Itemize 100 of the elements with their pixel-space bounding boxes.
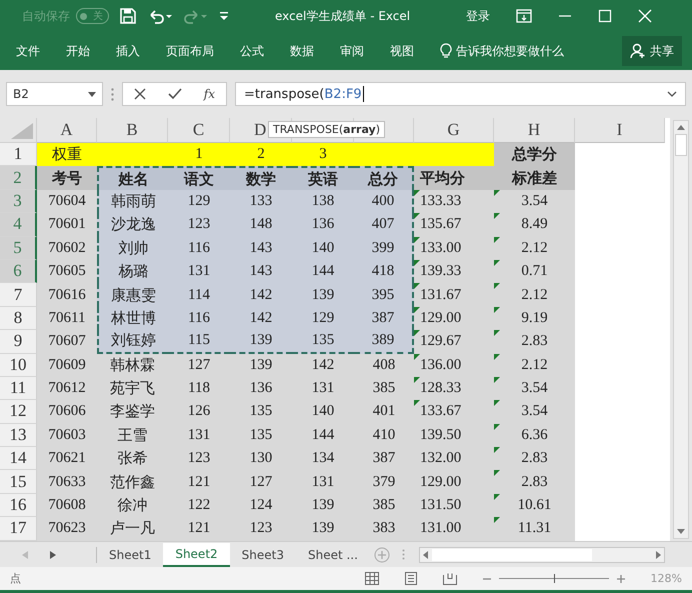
table-cell: 2: [230, 143, 292, 166]
sheet-tab[interactable]: Sheet3: [230, 542, 296, 566]
table-cell: 136: [230, 376, 292, 400]
caret-icon: [88, 92, 96, 96]
scroll-left-icon[interactable]: [422, 550, 428, 558]
table-cell: 70616: [37, 283, 97, 307]
autosave-label: 自动保存: [22, 8, 70, 24]
tell-me-search[interactable]: 告诉我你想要做什么: [456, 42, 564, 60]
table-cell: 118: [168, 376, 230, 400]
table-cell: 2.12: [494, 283, 575, 307]
maximize-icon[interactable]: [598, 9, 612, 23]
column-header[interactable]: I: [616, 120, 622, 140]
table-cell: 408: [354, 354, 414, 377]
column-header[interactable]: A: [60, 120, 73, 140]
table-cell: 139: [230, 330, 292, 354]
table-cell: 6.36: [494, 424, 575, 448]
horizontal-scrollbar[interactable]: [418, 546, 665, 562]
table-cell: 134: [292, 447, 354, 470]
scroll-thumb[interactable]: [675, 134, 688, 156]
formula-field[interactable]: =transpose(B2:F9: [235, 82, 686, 106]
table-cell: 131: [168, 424, 230, 448]
cancel-icon[interactable]: [134, 88, 146, 100]
table-cell: 395: [354, 283, 414, 307]
sheet-tab[interactable]: Sheet ...: [296, 542, 370, 566]
scroll-down-icon[interactable]: [677, 529, 686, 534]
column-header[interactable]: H: [528, 120, 540, 140]
expand-icon[interactable]: [667, 91, 677, 97]
table-cell: 144: [292, 260, 354, 284]
table-cell: 70611: [37, 306, 97, 330]
table-cell: 韩雨萌: [97, 190, 168, 214]
row-header[interactable]: 7: [0, 283, 37, 307]
grid-view-icon[interactable]: [364, 572, 379, 585]
next-sheet-icon[interactable]: [50, 550, 56, 558]
table-cell: 379: [354, 470, 414, 494]
row-header[interactable]: 14: [0, 447, 37, 470]
status-mode: 点: [10, 571, 21, 586]
close-icon[interactable]: [638, 9, 652, 23]
vertical-scrollbar[interactable]: [673, 120, 689, 539]
table-cell: 123: [230, 517, 292, 541]
ribbon-tab[interactable]: 开始: [66, 42, 90, 60]
row-header[interactable]: 17: [0, 517, 37, 541]
table-cell: 131: [168, 260, 230, 284]
zoom-in-icon[interactable]: [616, 574, 625, 582]
ribbon-tab[interactable]: 数据: [290, 42, 314, 60]
column-header[interactable]: B: [126, 120, 138, 140]
row-header[interactable]: 11: [0, 376, 37, 400]
row-header[interactable]: 13: [0, 424, 37, 448]
table-cell: 范作鑫: [97, 470, 168, 494]
check-icon[interactable]: [168, 88, 182, 100]
insert-function-button[interactable]: fx: [204, 87, 216, 101]
sign-in-link[interactable]: 登录: [466, 8, 490, 24]
table-cell: 383: [354, 517, 414, 541]
sheet-tab[interactable]: Sheet1: [97, 542, 164, 566]
table-cell: 129.00: [414, 470, 494, 494]
column-header[interactable]: D: [254, 120, 266, 140]
table-cell: 70609: [37, 354, 97, 377]
ribbon-tab[interactable]: 审阅: [340, 42, 364, 60]
column-header[interactable]: G: [447, 120, 460, 140]
table-cell: 121: [168, 470, 230, 494]
table-cell: 407: [354, 213, 414, 237]
name-box[interactable]: B2: [6, 82, 103, 106]
table-cell: 王雪: [97, 424, 168, 448]
customize-icon[interactable]: [219, 10, 229, 22]
share-button[interactable]: 共享: [622, 36, 682, 66]
table-cell: 139.33: [414, 260, 494, 284]
table-cell: 135: [230, 424, 292, 448]
ribbon-display-icon[interactable]: [516, 9, 532, 23]
ribbon-tab[interactable]: 文件: [16, 42, 40, 60]
table-cell: 132.00: [414, 447, 494, 470]
table-cell: 70603: [37, 424, 97, 448]
table-cell: 138: [292, 190, 354, 214]
save-icon[interactable]: [119, 7, 137, 25]
table-cell: 苑宇飞: [97, 376, 168, 400]
table-cell: 杨璐: [97, 260, 168, 284]
row-header[interactable]: 16: [0, 494, 37, 518]
ribbon-tab[interactable]: 页面布局: [166, 42, 214, 60]
ribbon-tab[interactable]: 插入: [116, 42, 140, 60]
ribbon-tab[interactable]: 公式: [240, 42, 264, 60]
table-cell: 144: [292, 424, 354, 448]
table-cell: 2.83: [494, 447, 575, 470]
table-cell: 康惠雯: [97, 283, 168, 307]
scroll-up-icon[interactable]: [677, 125, 686, 130]
scroll-right-icon[interactable]: [656, 550, 661, 558]
table-cell: 131: [292, 470, 354, 494]
table-cell: 70633: [37, 470, 97, 494]
ribbon-tab[interactable]: 视图: [390, 42, 414, 60]
table-cell: 刘钰婷: [97, 330, 168, 354]
column-header[interactable]: C: [192, 120, 204, 140]
page-layout-icon[interactable]: [404, 572, 417, 585]
sheet-tab[interactable]: Sheet2: [163, 542, 230, 566]
page-break-icon[interactable]: [442, 572, 457, 584]
row-header[interactable]: 10: [0, 354, 37, 377]
table-cell: 136.00: [414, 354, 494, 377]
row-header[interactable]: 15: [0, 470, 37, 494]
row-header[interactable]: 9: [0, 330, 37, 354]
table-cell: 标准差: [494, 166, 575, 190]
table-cell: 135: [230, 400, 292, 424]
row-header[interactable]: 8: [0, 306, 37, 330]
row-header[interactable]: 1: [0, 143, 37, 166]
row-header[interactable]: 12: [0, 400, 37, 424]
